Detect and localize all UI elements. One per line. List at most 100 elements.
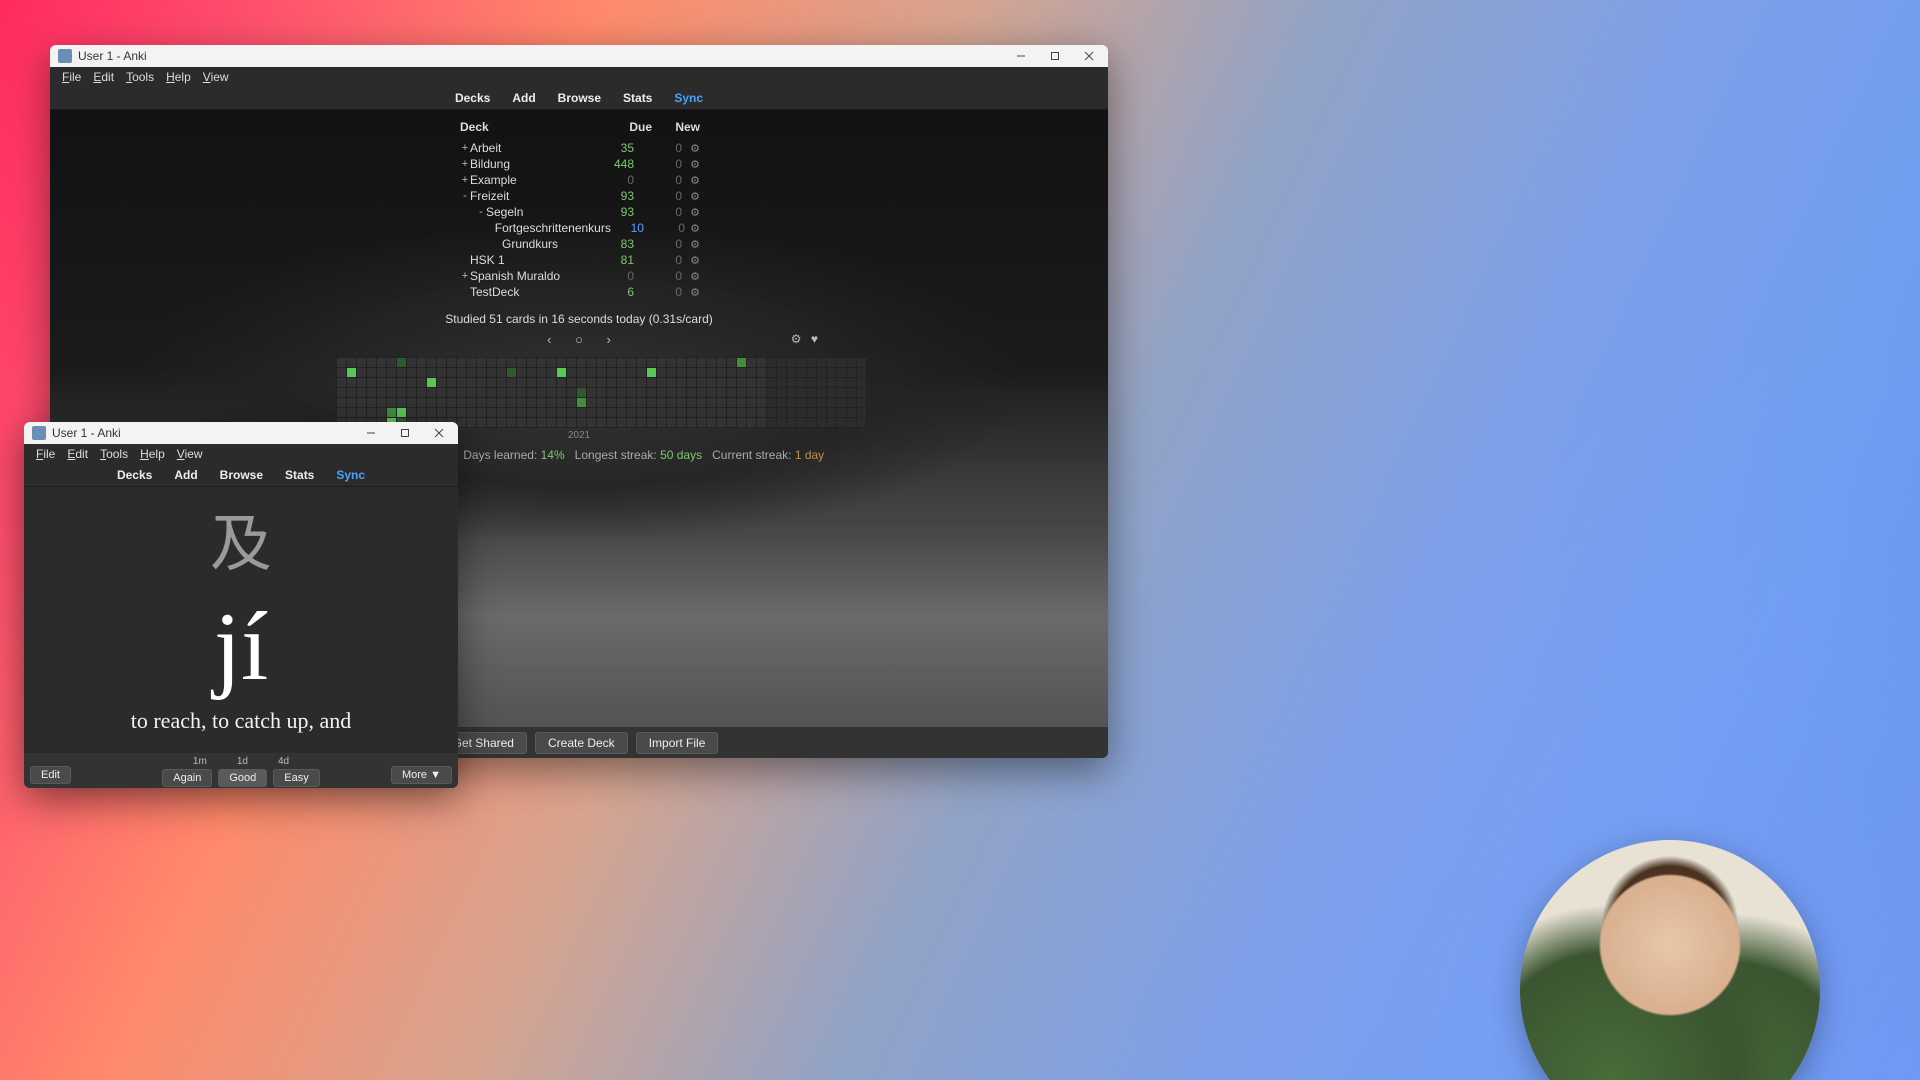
gear-icon[interactable]: ⚙ (685, 222, 700, 235)
import-file-button[interactable]: Import File (636, 732, 719, 754)
gear-icon[interactable]: ⚙ (682, 286, 700, 299)
gear-icon[interactable]: ⚙ (682, 270, 700, 283)
good-button[interactable]: Good (218, 769, 267, 787)
app-icon (58, 49, 72, 63)
deck-name[interactable]: Example (470, 173, 594, 187)
deck-new: 0 (642, 237, 682, 251)
menu-view[interactable]: View (197, 70, 235, 84)
deck-due: 93 (594, 205, 634, 219)
toolbar-decks[interactable]: Decks (117, 468, 152, 482)
nav-today-icon[interactable]: ○ (575, 332, 583, 347)
anki-review-window: User 1 - Anki FileEditToolsHelpView Deck… (24, 422, 458, 788)
menu-file[interactable]: File (30, 447, 61, 461)
tree-toggle-icon[interactable]: + (460, 270, 470, 282)
tree-toggle-icon[interactable]: + (460, 142, 470, 154)
deck-row[interactable]: -Freizeit930⚙ (460, 188, 700, 204)
maximize-icon[interactable] (1038, 45, 1072, 67)
deck-name[interactable]: Freizeit (470, 189, 594, 203)
interval-good: 1d (237, 756, 248, 767)
menu-tools[interactable]: Tools (94, 447, 134, 461)
heatmap-cell (856, 417, 867, 428)
deck-row[interactable]: Fortgeschrittenenkurs100⚙ (460, 220, 700, 236)
toolbar-sync[interactable]: Sync (336, 468, 365, 482)
menu-help[interactable]: Help (134, 447, 171, 461)
heatmap-nav: ‹ ○ › (50, 332, 1108, 347)
deck-name[interactable]: TestDeck (470, 285, 594, 299)
deck-name[interactable]: Spanish Muraldo (470, 269, 594, 283)
gear-icon[interactable]: ⚙ (682, 190, 700, 203)
toolbar-browse[interactable]: Browse (558, 91, 601, 105)
heatmap-heart-icon[interactable]: ♥ (811, 332, 818, 346)
flashcard: 及 jí to reach, to catch up, and (24, 487, 458, 753)
tree-toggle-icon[interactable]: - (460, 190, 470, 202)
window-title: User 1 - Anki (78, 49, 147, 63)
window-title: User 1 - Anki (52, 426, 121, 440)
gear-icon[interactable]: ⚙ (682, 238, 700, 251)
deck-row[interactable]: +Example00⚙ (460, 172, 700, 188)
deck-name[interactable]: Segeln (486, 205, 594, 219)
deck-name[interactable]: Grundkurs (502, 237, 594, 251)
tree-toggle-icon[interactable]: + (460, 174, 470, 186)
toolbar-decks[interactable]: Decks (455, 91, 490, 105)
deck-row[interactable]: Grundkurs830⚙ (460, 236, 700, 252)
titlebar[interactable]: User 1 - Anki (50, 45, 1108, 67)
toolbar-add[interactable]: Add (174, 468, 197, 482)
create-deck-button[interactable]: Create Deck (535, 732, 628, 754)
toolbar-stats[interactable]: Stats (285, 468, 314, 482)
close-icon[interactable] (1072, 45, 1106, 67)
tree-toggle-icon[interactable]: - (476, 206, 486, 218)
deck-due: 81 (594, 253, 634, 267)
more-button[interactable]: More ▼ (391, 766, 452, 784)
menu-help[interactable]: Help (160, 70, 197, 84)
deck-new: 0 (642, 173, 682, 187)
deck-row[interactable]: +Spanish Muraldo00⚙ (460, 268, 700, 284)
deck-row[interactable]: +Bildung4480⚙ (460, 156, 700, 172)
gear-icon[interactable]: ⚙ (682, 142, 700, 155)
card-pinyin: jí (214, 598, 268, 696)
deck-due: 0 (594, 173, 634, 187)
deck-new: 0 (642, 189, 682, 203)
deck-row[interactable]: -Segeln93 0⚙ (460, 204, 700, 220)
again-button[interactable]: Again (162, 769, 212, 787)
minimize-icon[interactable] (354, 422, 388, 444)
review-bottom-bar: Edit 1m 1d 4d Again Good Easy More ▼ (24, 753, 458, 788)
deck-new: 0 (642, 205, 682, 219)
deck-name[interactable]: Bildung (470, 157, 594, 171)
gear-icon[interactable]: ⚙ (682, 206, 700, 219)
gear-icon[interactable]: ⚙ (682, 254, 700, 267)
deck-table: Deck Due New +Arbeit350⚙+Bildung4480⚙+Ex… (460, 120, 700, 300)
deck-new: 0 (652, 221, 685, 235)
deck-name[interactable]: HSK 1 (470, 253, 594, 267)
minimize-icon[interactable] (1004, 45, 1038, 67)
easy-button[interactable]: Easy (273, 769, 319, 787)
titlebar[interactable]: User 1 - Anki (24, 422, 458, 444)
gear-icon[interactable]: ⚙ (682, 174, 700, 187)
nav-next-icon[interactable]: › (607, 332, 611, 347)
deck-new: 0 (642, 141, 682, 155)
deck-row[interactable]: +Arbeit350⚙ (460, 140, 700, 156)
tree-toggle-icon[interactable]: + (460, 158, 470, 170)
menu-edit[interactable]: Edit (61, 447, 94, 461)
menubar: FileEditToolsHelpView (24, 444, 458, 464)
app-icon (32, 426, 46, 440)
toolbar-stats[interactable]: Stats (623, 91, 652, 105)
menu-file[interactable]: File (56, 70, 87, 84)
menu-view[interactable]: View (171, 447, 209, 461)
nav-prev-icon[interactable]: ‹ (547, 332, 551, 347)
deck-name[interactable]: Fortgeschrittenenkurs (495, 221, 611, 235)
deck-due: 448 (594, 157, 634, 171)
toolbar-browse[interactable]: Browse (220, 468, 263, 482)
toolbar-add[interactable]: Add (512, 91, 535, 105)
heatmap-settings-icon[interactable]: ⚙ (791, 332, 802, 346)
menu-tools[interactable]: Tools (120, 70, 160, 84)
menu-edit[interactable]: Edit (87, 70, 120, 84)
deck-row[interactable]: TestDeck60⚙ (460, 284, 700, 300)
toolbar-sync[interactable]: Sync (674, 91, 703, 105)
deck-row[interactable]: HSK 1810⚙ (460, 252, 700, 268)
deck-name[interactable]: Arbeit (470, 141, 594, 155)
gear-icon[interactable]: ⚙ (682, 158, 700, 171)
deck-new: 0 (642, 285, 682, 299)
maximize-icon[interactable] (388, 422, 422, 444)
close-icon[interactable] (422, 422, 456, 444)
interval-again: 1m (193, 756, 207, 767)
